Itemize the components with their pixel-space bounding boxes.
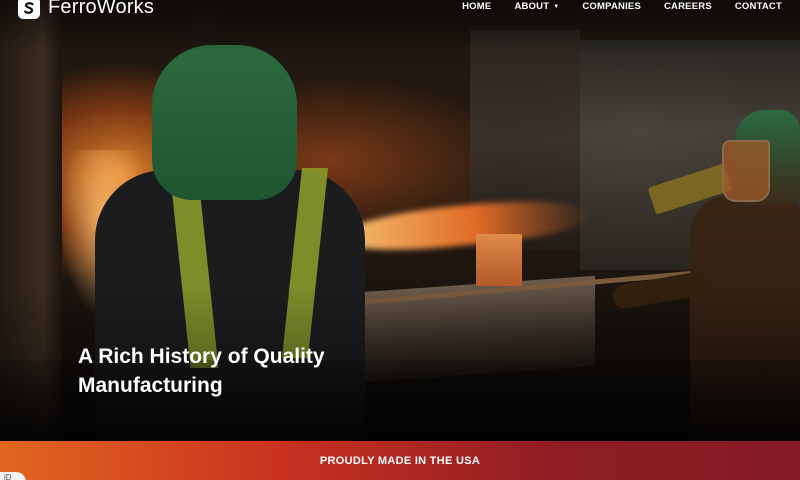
hero-section: A Rich History of Quality Manufacturing — [0, 0, 800, 441]
nav-careers-label: CAREERS — [664, 1, 712, 12]
nav-companies[interactable]: COMPANIES — [582, 1, 641, 12]
caret-down-icon: ▼ — [553, 3, 560, 10]
nav-about-label: ABOUT — [514, 1, 550, 12]
site-header: FerroWorks HOME ABOUT ▼ COMPANIES CAREERS… — [0, 0, 800, 22]
brand-logo[interactable]: FerroWorks — [18, 0, 154, 19]
hero-headline: A Rich History of Quality Manufacturing — [78, 345, 325, 397]
logo-s-icon — [18, 0, 40, 19]
nav-companies-label: COMPANIES — [582, 1, 641, 12]
main-nav: HOME ABOUT ▼ COMPANIES CAREERS CONTACT — [462, 1, 782, 12]
nav-about[interactable]: ABOUT ▼ — [514, 1, 559, 12]
nav-contact[interactable]: CONTACT — [735, 1, 782, 12]
nav-careers[interactable]: CAREERS — [664, 1, 712, 12]
corner-badge[interactable]: iD — [0, 472, 26, 480]
made-in-usa-banner: PROUDLY MADE IN THE USA — [0, 441, 800, 480]
nav-home[interactable]: HOME — [462, 1, 491, 12]
nav-contact-label: CONTACT — [734, 1, 782, 12]
nav-home-label: HOME — [462, 1, 492, 12]
brand-name: FerroWorks — [48, 0, 155, 18]
banner-text: PROUDLY MADE IN THE USA — [319, 454, 481, 467]
